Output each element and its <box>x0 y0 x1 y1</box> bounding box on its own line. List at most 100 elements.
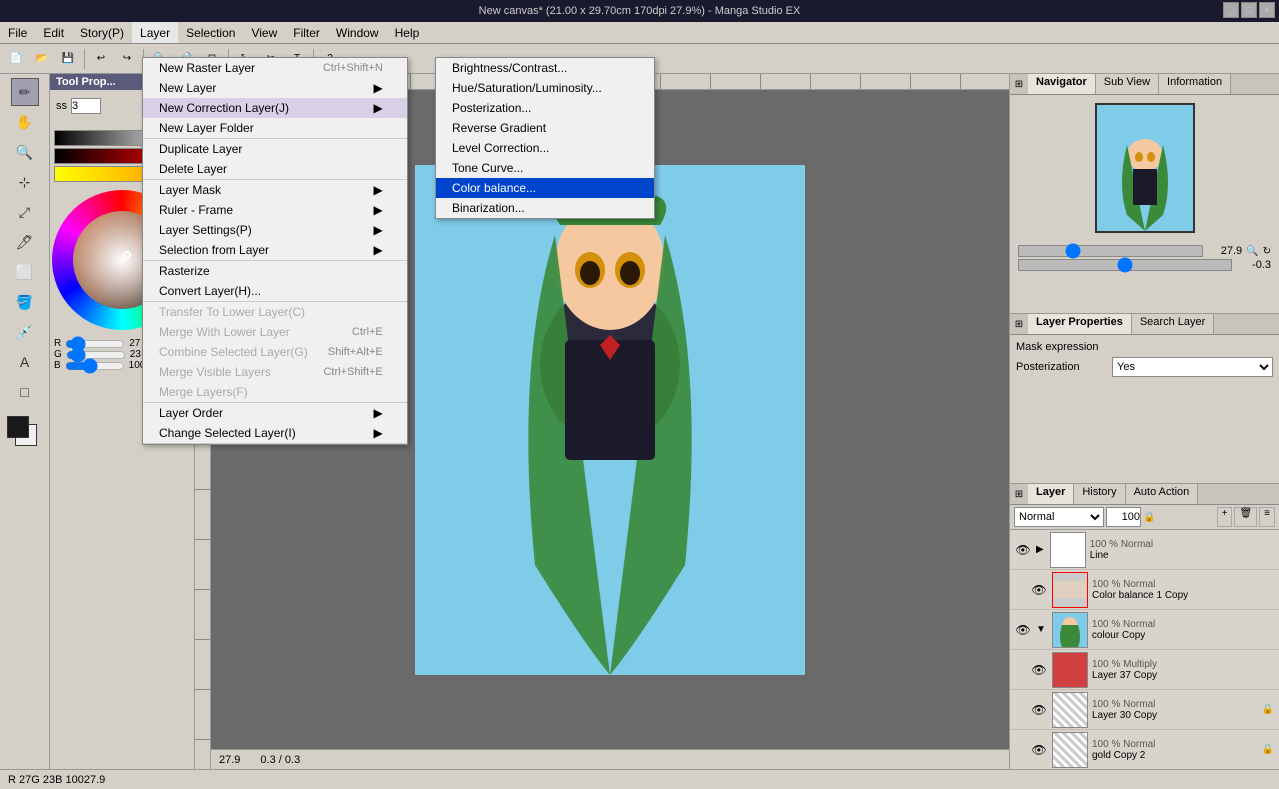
menu-filter[interactable]: Filter <box>285 22 328 43</box>
menu-layer-mask[interactable]: Layer Mask ▶ <box>143 180 407 200</box>
menu-rasterize[interactable]: Rasterize <box>143 261 407 281</box>
menu-transfer-lower[interactable]: Transfer To Lower Layer(C) <box>143 302 407 322</box>
menu-delete-layer[interactable]: Delete Layer <box>143 159 407 179</box>
maximize-button[interactable]: □ <box>1241 2 1257 18</box>
menu-new-correction-layer[interactable]: New Correction Layer(J) ▶ <box>143 98 407 118</box>
layer-row-layer30[interactable]: 👁 100 % Normal Layer 30 Copy 🔒 <box>1010 690 1279 730</box>
layer-visibility-line[interactable]: 👁 <box>1014 541 1032 559</box>
tool-transform[interactable]: ⤢ <box>11 198 39 226</box>
tool-eraser[interactable]: ⬜ <box>11 258 39 286</box>
layer-row-line[interactable]: 👁 ▶ 100 % Normal Line <box>1010 530 1279 570</box>
menu-help[interactable]: Help <box>387 22 428 43</box>
menu-selection[interactable]: Selection <box>178 22 243 43</box>
menu-change-selected-layer[interactable]: Change Selected Layer(I) ▶ <box>143 423 407 443</box>
layer-row-gold[interactable]: 👁 100 % Normal gold Copy 2 🔒 <box>1010 730 1279 769</box>
toolbar-redo[interactable]: ↪ <box>115 47 139 71</box>
layer-visibility-layer30[interactable]: 👁 <box>1030 701 1048 719</box>
menu-convert-layer[interactable]: Convert Layer(H)... <box>143 281 407 301</box>
blend-mode-select[interactable]: Normal Multiply Screen Overlay <box>1014 507 1104 527</box>
toolbar-undo[interactable]: ↩ <box>89 47 113 71</box>
menu-binarization[interactable]: Binarization... <box>436 198 654 218</box>
toolbar-open[interactable]: 📂 <box>30 47 54 71</box>
tab-layer-properties[interactable]: Layer Properties <box>1028 314 1132 334</box>
lp-panel-icon[interactable]: ⊞ <box>1010 314 1028 334</box>
layer-options-button[interactable]: ≡ <box>1259 507 1275 527</box>
menu-color-balance[interactable]: Color balance... <box>436 178 654 198</box>
menu-posterization[interactable]: Posterization... <box>436 98 654 118</box>
canvas-image[interactable] <box>415 165 805 675</box>
layer-row-colorbalance[interactable]: 👁 100 % Normal Color balance 1 Copy <box>1010 570 1279 610</box>
status-g: G 23 <box>31 774 55 786</box>
tool-shape[interactable]: □ <box>11 378 39 406</box>
menu-new-layer[interactable]: New Layer ▶ <box>143 78 407 98</box>
menu-view[interactable]: View <box>243 22 285 43</box>
nav-panel-icon[interactable]: ⊞ <box>1010 74 1028 94</box>
layer-visibility-colour[interactable]: 👁 <box>1014 621 1032 639</box>
menu-level-correction[interactable]: Level Correction... <box>436 138 654 158</box>
add-layer-button[interactable]: + <box>1217 507 1233 527</box>
b-slider[interactable] <box>65 361 125 371</box>
layer-row-layer37[interactable]: 👁 100 % Multiply Layer 37 Copy <box>1010 650 1279 690</box>
posterization-select[interactable]: Yes No <box>1112 357 1273 377</box>
close-button[interactable]: × <box>1259 2 1275 18</box>
menu-layer[interactable]: Layer <box>132 22 178 43</box>
menu-merge-visible[interactable]: Merge Visible Layers Ctrl+Shift+E <box>143 362 407 382</box>
layer-props-tabs: ⊞ Layer Properties Search Layer <box>1010 314 1279 335</box>
layer-name-colour: colour Copy <box>1092 630 1275 641</box>
toolbar-new[interactable]: 📄 <box>4 47 28 71</box>
menu-tone-curve[interactable]: Tone Curve... <box>436 158 654 178</box>
menu-merge-lower[interactable]: Merge With Lower Layer Ctrl+E <box>143 322 407 342</box>
layer-visibility-gold[interactable]: 👁 <box>1030 741 1048 759</box>
opacity-input[interactable] <box>1106 507 1141 527</box>
menu-ruler-frame[interactable]: Ruler - Frame ▶ <box>143 200 407 220</box>
layers-panel-icon[interactable]: ⊞ <box>1010 484 1028 504</box>
menu-brightness-contrast[interactable]: Brightness/Contrast... <box>436 58 654 78</box>
tab-subview[interactable]: Sub View <box>1096 74 1159 94</box>
layer-thumb-layer37 <box>1052 652 1088 688</box>
menu-merge-layers[interactable]: Merge Layers(F) <box>143 382 407 402</box>
tab-layer[interactable]: Layer <box>1028 484 1074 504</box>
layer-visibility-colorbalance[interactable]: 👁 <box>1030 581 1048 599</box>
tool-zoom[interactable]: 🔍 <box>11 138 39 166</box>
menu-edit[interactable]: Edit <box>35 22 72 43</box>
menu-file[interactable]: File <box>0 22 35 43</box>
folder-arrow-line[interactable]: ▶ <box>1036 544 1044 555</box>
posterization-row: Posterization Yes No <box>1016 357 1273 377</box>
menu-layer-settings[interactable]: Layer Settings(P) ▶ <box>143 220 407 240</box>
tab-auto-action[interactable]: Auto Action <box>1126 484 1199 504</box>
tool-select[interactable]: ⊹ <box>11 168 39 196</box>
layer-blend-colour: 100 % Normal <box>1092 619 1275 630</box>
menu-new-layer-folder[interactable]: New Layer Folder <box>143 118 407 138</box>
ss-input[interactable] <box>71 98 101 114</box>
tool-eyedrop[interactable]: 💉 <box>11 318 39 346</box>
zoom-slider[interactable] <box>1018 245 1203 257</box>
minimize-button[interactable]: _ <box>1223 2 1239 18</box>
menu-new-raster-layer[interactable]: New Raster Layer Ctrl+Shift+N <box>143 58 407 78</box>
menu-story[interactable]: Story(P) <box>72 22 132 43</box>
menu-window[interactable]: Window <box>328 22 387 43</box>
tool-pen[interactable]: 🖊 <box>11 228 39 256</box>
layer-visibility-layer37[interactable]: 👁 <box>1030 661 1048 679</box>
tab-search-layer[interactable]: Search Layer <box>1132 314 1214 334</box>
color-fg-bg[interactable] <box>7 416 43 452</box>
toolbar-save[interactable]: 💾 <box>56 47 80 71</box>
menu-layer-order[interactable]: Layer Order ▶ <box>143 403 407 423</box>
menu-hue-saturation[interactable]: Hue/Saturation/Luminosity... <box>436 78 654 98</box>
tool-text[interactable]: A <box>11 348 39 376</box>
delete-layer-button[interactable]: 🗑 <box>1234 507 1257 527</box>
layer-row-colour[interactable]: 👁 ▼ 100 % Normal colour Copy <box>1010 610 1279 650</box>
tab-navigator[interactable]: Navigator <box>1028 74 1096 94</box>
fg-color-swatch[interactable] <box>7 416 29 438</box>
menu-selection-from-layer[interactable]: Selection from Layer ▶ <box>143 240 407 260</box>
layer-thumb-gold <box>1052 732 1088 768</box>
menu-combine-selected[interactable]: Combine Selected Layer(G) Shift+Alt+E <box>143 342 407 362</box>
tool-brush[interactable]: ✏ <box>11 78 39 106</box>
tab-history[interactable]: History <box>1074 484 1125 504</box>
tool-fill[interactable]: 🪣 <box>11 288 39 316</box>
menu-reverse-gradient[interactable]: Reverse Gradient <box>436 118 654 138</box>
menu-duplicate-layer[interactable]: Duplicate Layer <box>143 139 407 159</box>
tab-information[interactable]: Information <box>1159 74 1231 94</box>
folder-arrow-colour[interactable]: ▼ <box>1036 624 1046 635</box>
tool-hand[interactable]: ✋ <box>11 108 39 136</box>
rot-slider[interactable] <box>1018 259 1232 271</box>
